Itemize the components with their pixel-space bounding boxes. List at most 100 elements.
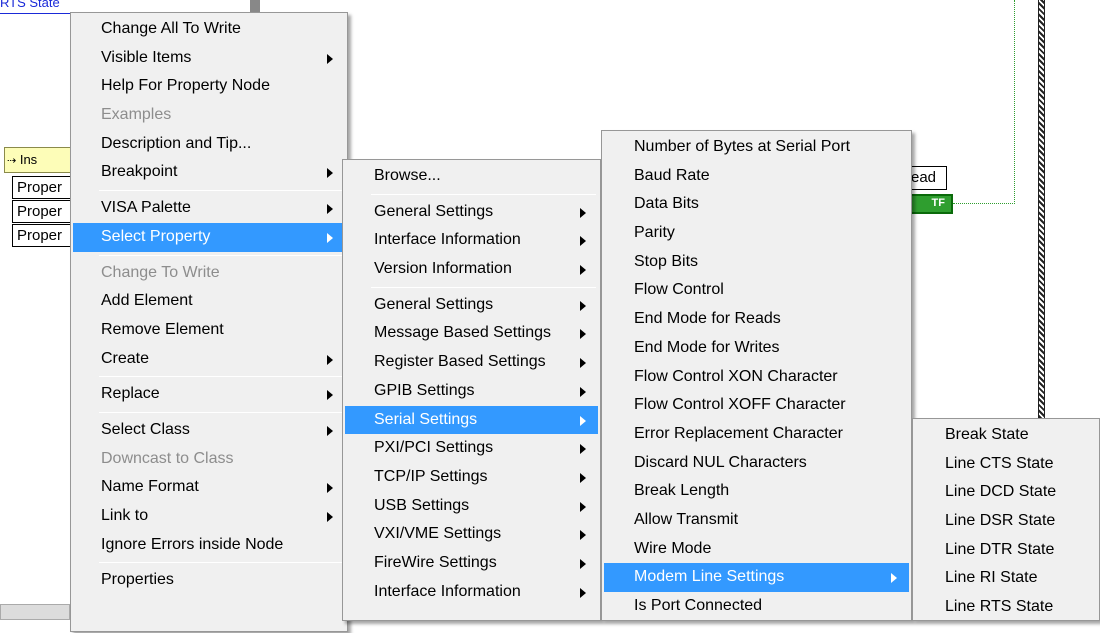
menu-item-label: Replace [101, 385, 160, 403]
boolean-wire-horizontal [953, 203, 1015, 204]
menu-item-label: Breakpoint [101, 163, 178, 181]
menu-item-end-mode-for-reads[interactable]: End Mode for Reads [604, 305, 909, 334]
property-row-3[interactable]: Proper [12, 224, 74, 247]
menu-item-line-dcd-state[interactable]: Line DCD State [915, 478, 1097, 507]
menu-item-change-to-write: Change To Write [73, 259, 345, 288]
submenu-arrow-icon [580, 386, 586, 397]
menu-item-break-length[interactable]: Break Length [604, 477, 909, 506]
menu-item-ignore-errors-inside-node[interactable]: Ignore Errors inside Node [73, 531, 345, 560]
menu-item-breakpoint[interactable]: Breakpoint [73, 158, 345, 187]
menu-separator [371, 286, 596, 288]
menu-item-label: Line DSR State [945, 512, 1056, 530]
menu-item-vxi-vme-settings[interactable]: VXI/VME Settings [345, 520, 598, 549]
menu-item-label: Baud Rate [634, 166, 710, 184]
menu-item-line-ri-state[interactable]: Line RI State [915, 564, 1097, 593]
menu-item-message-based-settings[interactable]: Message Based Settings [345, 319, 598, 348]
menu-item-line-rts-state[interactable]: Line RTS State [915, 593, 1097, 622]
submenu-arrow-icon [327, 390, 333, 401]
menu-item-discard-nul-characters[interactable]: Discard NUL Characters [604, 449, 909, 478]
menu-item-label: VISA Palette [101, 199, 191, 217]
menu-item-flow-control[interactable]: Flow Control [604, 276, 909, 305]
menu-item-label: Ignore Errors inside Node [101, 535, 284, 553]
menu-item-line-dtr-state[interactable]: Line DTR State [915, 536, 1097, 565]
menu-item-label: Version Information [374, 260, 512, 278]
menu-item-serial-settings[interactable]: Serial Settings [345, 405, 598, 435]
menu-item-examples: Examples [73, 101, 345, 130]
menu-item-parity[interactable]: Parity [604, 219, 909, 248]
menu-item-firewire-settings[interactable]: FireWire Settings [345, 549, 598, 578]
menu-item-add-element[interactable]: Add Element [73, 287, 345, 316]
submenu-arrow-icon [327, 204, 333, 215]
menu-item-replace[interactable]: Replace [73, 380, 345, 409]
menu-item-data-bits[interactable]: Data Bits [604, 190, 909, 219]
menu-item-properties[interactable]: Properties [73, 566, 345, 595]
submenu-arrow-icon [327, 425, 333, 436]
menu-item-remove-element[interactable]: Remove Element [73, 316, 345, 345]
modem-line-settings-submenu: Break State Line CTS State Line DCD State L… [912, 418, 1100, 621]
menu-item-label: Link to [101, 507, 149, 524]
menu-item-line-cts-state[interactable]: Line CTS State [915, 450, 1097, 479]
menu-item-interface-information[interactable]: Interface Information [345, 226, 598, 255]
menu-item-allow-transmit[interactable]: Allow Transmit [604, 506, 909, 535]
menu-item-number-of-bytes-at-serial-port[interactable]: Number of Bytes at Serial Port [604, 133, 909, 162]
menu-item-name-format[interactable]: Name Format [73, 473, 345, 502]
menu-item-label: Browse... [374, 167, 441, 184]
menu-separator [99, 562, 343, 564]
menu-item-general-settings[interactable]: General Settings [345, 198, 598, 227]
menu-item-stop-bits[interactable]: Stop Bits [604, 248, 909, 277]
menu-item-usb-settings[interactable]: USB Settings [345, 492, 598, 521]
menu-item-select-property[interactable]: Select Property [73, 222, 345, 252]
menu-item-label: End Mode for Reads [634, 310, 781, 328]
menu-item-select-class[interactable]: Select Class [73, 416, 345, 445]
property-row-2[interactable]: Proper [12, 200, 74, 223]
menu-item-link-to[interactable]: Link to [73, 502, 345, 531]
wire-junction [250, 0, 260, 12]
menu-item-label: Stop Bits [634, 252, 699, 270]
menu-item-label: Serial Settings [374, 410, 478, 428]
menu-item-wire-mode[interactable]: Wire Mode [604, 535, 909, 564]
boolean-terminal[interactable]: TF [907, 194, 953, 214]
blue-wire [0, 13, 80, 14]
menu-item-label: Select Class [101, 420, 190, 438]
menu-item-interface-information[interactable]: Interface Information [345, 578, 598, 607]
menu-item-break-state[interactable]: Break State [915, 421, 1097, 450]
menu-item-label: Description and Tip... [101, 134, 252, 152]
menu-item-label: TCP/IP Settings [374, 467, 488, 485]
menu-item-version-information[interactable]: Version Information [345, 255, 598, 284]
menu-item-visa-palette[interactable]: VISA Palette [73, 194, 345, 223]
property-node-header[interactable]: ⇢ Ins [4, 147, 74, 173]
menu-item-help-for-property-node[interactable]: Help For Property Node [73, 72, 345, 101]
menu-item-label: Line DTR State [945, 540, 1055, 558]
menu-item-visible-items[interactable]: Visible Items [73, 44, 345, 73]
menu-item-label: Register Based Settings [374, 353, 546, 371]
submenu-arrow-icon [580, 207, 586, 218]
menu-item-label: Data Bits [634, 195, 699, 213]
menu-item-change-all-to-write[interactable]: Change All To Write [73, 15, 345, 44]
menu-item-label: Wire Mode [634, 539, 712, 557]
property-row-1[interactable]: Proper [12, 176, 74, 199]
menu-item-label: Error Replacement Character [634, 424, 843, 442]
menu-item-modem-line-settings[interactable]: Modem Line Settings [604, 563, 909, 592]
menu-item-register-based-settings[interactable]: Register Based Settings [345, 348, 598, 377]
menu-item-flow-control-xon-character[interactable]: Flow Control XON Character [604, 363, 909, 392]
menu-item-label: Discard NUL Characters [634, 453, 807, 471]
menu-item-label: Name Format [101, 478, 199, 496]
menu-item-label: Line RTS State [945, 598, 1054, 616]
menu-item-general-settings[interactable]: General Settings [345, 291, 598, 320]
menu-item-line-dsr-state[interactable]: Line DSR State [915, 507, 1097, 536]
menu-item-tcp-ip-settings[interactable]: TCP/IP Settings [345, 463, 598, 492]
menu-item-create[interactable]: Create [73, 345, 345, 374]
submenu-arrow-icon [327, 512, 333, 522]
submenu-arrow-icon [327, 354, 333, 365]
menu-item-gpib-settings[interactable]: GPIB Settings [345, 377, 598, 406]
menu-item-end-mode-for-writes[interactable]: End Mode for Writes [604, 334, 909, 363]
scrollbar-fragment [0, 604, 70, 620]
menu-item-flow-control-xoff-character[interactable]: Flow Control XOFF Character [604, 391, 909, 420]
menu-item-error-replacement-character[interactable]: Error Replacement Character [604, 420, 909, 449]
menu-item-pxi-pci-settings[interactable]: PXI/PCI Settings [345, 434, 598, 463]
menu-item-label: USB Settings [374, 496, 470, 514]
menu-item-is-port-connected[interactable]: Is Port Connected [604, 592, 909, 621]
menu-item-baud-rate[interactable]: Baud Rate [604, 162, 909, 191]
menu-item-browse[interactable]: Browse... [345, 162, 598, 191]
menu-item-description-and-tip[interactable]: Description and Tip... [73, 130, 345, 159]
